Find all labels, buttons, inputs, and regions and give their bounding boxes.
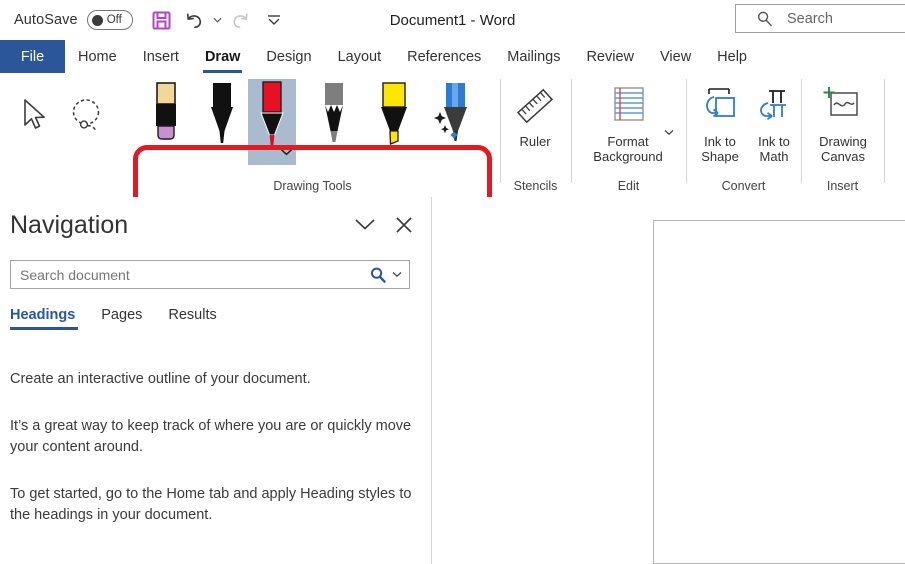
navigation-search-input[interactable]: Search document [10, 260, 410, 289]
highlighter-icon [376, 79, 412, 158]
ink-to-math-label: Ink to Math [758, 134, 790, 164]
format-background-label: Format Background [593, 134, 663, 164]
blue-action-pen-tool[interactable] [428, 79, 476, 165]
ruler-button[interactable]: Ruler [506, 85, 564, 149]
ink-to-shape-icon [698, 83, 742, 132]
autosave-label: AutoSave [14, 12, 78, 28]
magnifier-icon[interactable] [369, 266, 387, 284]
tab-insert[interactable]: Insert [130, 40, 192, 73]
format-background-button[interactable]: Format Background [578, 83, 678, 164]
ink-to-math-button[interactable]: Ink to Math [748, 83, 800, 164]
ribbon-group-label: Edit [617, 179, 640, 193]
tab-file[interactable]: File [0, 40, 65, 73]
red-pen-tool[interactable] [248, 79, 296, 165]
autosave-state-label: Off [106, 14, 122, 26]
document-area[interactable] [433, 197, 905, 564]
ink-to-math-icon [752, 83, 796, 132]
document-page[interactable] [653, 220, 905, 564]
navigation-help-paragraph: To get started, go to the Home tab and a… [10, 486, 412, 523]
navigation-help-paragraph: Create an interactive outline of your do… [10, 371, 311, 387]
ribbon-group-label: Insert [826, 179, 859, 193]
ink-to-shape-button[interactable]: Ink to Shape [692, 83, 748, 164]
pen-icon [205, 79, 239, 158]
undo-icon[interactable] [179, 5, 209, 35]
tab-review[interactable]: Review [573, 40, 647, 73]
navigation-title: Navigation [10, 211, 129, 239]
ruler-icon [514, 85, 556, 132]
workspace: Navigation Search document Headings Page… [0, 197, 905, 564]
action-pen-icon [432, 79, 472, 158]
tab-draw[interactable]: Draw [192, 40, 253, 73]
tab-design[interactable]: Design [253, 40, 324, 73]
tab-mailings[interactable]: Mailings [494, 40, 573, 73]
search-input[interactable]: Search [735, 4, 905, 33]
tab-help[interactable]: Help [704, 40, 760, 73]
ruler-label: Ruler [519, 134, 551, 149]
gray-pencil-tool[interactable] [310, 79, 358, 165]
undo-dropdown-icon[interactable] [211, 5, 225, 35]
drawing-canvas-label: Drawing Canvas [819, 134, 867, 164]
navigation-pane: Navigation Search document Headings Page… [0, 197, 432, 564]
pencil-icon [317, 79, 351, 158]
navigation-help-paragraph: It’s a great way to keep track of where … [10, 418, 412, 455]
chevron-down-icon[interactable] [280, 143, 293, 161]
nav-tab-headings[interactable]: Headings [10, 307, 91, 330]
customize-quick-access-toolbar-icon[interactable] [259, 5, 289, 35]
drawing-canvas-button[interactable]: Drawing Canvas [806, 83, 880, 164]
select-object-tool[interactable] [12, 95, 56, 135]
ribbon: Drawing Tools Stencils Ruler Edit Format… [0, 73, 905, 197]
eraser-icon [149, 79, 183, 158]
redo-icon[interactable] [227, 5, 257, 35]
nav-tab-pages[interactable]: Pages [101, 307, 158, 330]
tab-layout[interactable]: Layout [325, 40, 395, 73]
ribbon-group-label: Stencils [513, 179, 558, 193]
autosave-toggle[interactable]: Off [86, 10, 133, 30]
chevron-down-icon[interactable] [352, 215, 378, 238]
ribbon-group-label: Drawing Tools [273, 179, 352, 193]
navigation-empty-state: Create an interactive outline of your do… [10, 369, 420, 552]
save-icon[interactable] [147, 5, 177, 35]
quick-access-toolbar [147, 5, 289, 35]
word-window: AutoSave Off Document1 - Word Search Fil… [0, 0, 905, 564]
yellow-highlighter-tool[interactable] [370, 79, 418, 165]
nav-tab-results[interactable]: Results [168, 307, 232, 330]
close-icon[interactable] [393, 215, 415, 240]
ribbon-tabs: File Home Insert Draw Design Layout Refe… [0, 40, 905, 73]
tab-home[interactable]: Home [65, 40, 130, 73]
search-icon [756, 10, 773, 27]
autosave-toggle-knob [91, 14, 103, 26]
navigation-tabs: Headings Pages Results [10, 307, 243, 330]
eraser-tool[interactable] [142, 79, 190, 165]
navigation-search-dropdown-icon[interactable] [392, 271, 402, 278]
format-background-icon [605, 83, 651, 132]
lasso-select-tool[interactable] [62, 97, 112, 137]
navigation-search-placeholder: Search document [20, 266, 130, 283]
ribbon-group-label: Convert [721, 179, 766, 193]
drawing-canvas-icon [820, 83, 866, 132]
tab-references[interactable]: References [394, 40, 494, 73]
tab-view[interactable]: View [647, 40, 704, 73]
black-pen-tool[interactable] [198, 79, 246, 165]
chevron-down-icon[interactable] [664, 123, 674, 141]
ink-to-shape-label: Ink to Shape [701, 134, 739, 164]
search-placeholder: Search [787, 10, 833, 27]
